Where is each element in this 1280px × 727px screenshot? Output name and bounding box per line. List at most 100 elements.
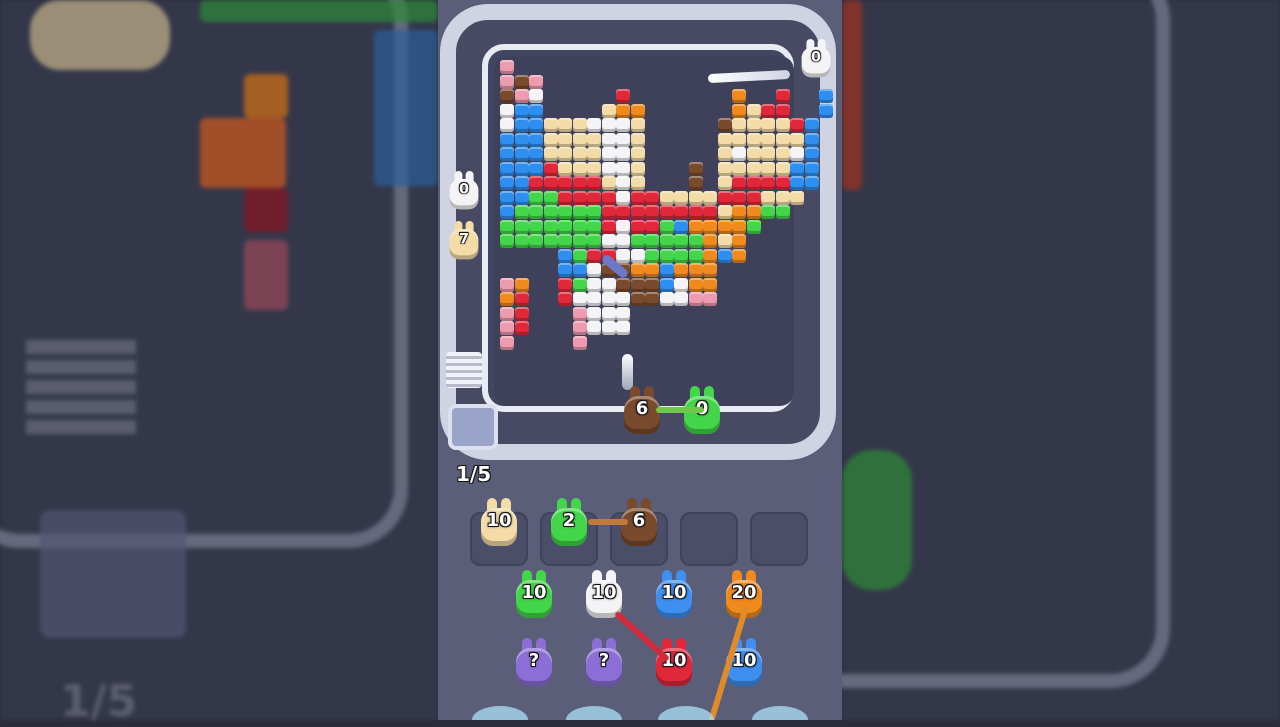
- shooter-count: ?: [528, 650, 540, 671]
- pixel-block: [616, 132, 630, 147]
- pixel-block: [529, 176, 543, 190]
- pixel-block: [645, 248, 659, 263]
- queue-shooter[interactable]: 10: [652, 636, 696, 690]
- pixel-block: [514, 74, 529, 89]
- pixel-block: [616, 147, 630, 161]
- pixel-block: [645, 263, 659, 277]
- pixel-block: [514, 132, 529, 147]
- pixel-block: [572, 234, 587, 248]
- pixel-block: [572, 306, 587, 321]
- pixel-block: [630, 205, 645, 219]
- pixel-block: [630, 219, 645, 234]
- held-shooter[interactable]: 2: [547, 496, 591, 550]
- pixel-block: [775, 118, 790, 132]
- pixel-block: [529, 234, 543, 248]
- pixel-block: [804, 132, 819, 147]
- pixel-block: [659, 190, 674, 205]
- pixel-block: [572, 132, 587, 147]
- pixel-block: [616, 103, 630, 118]
- pixel-block: [630, 103, 645, 118]
- pixel-block: [587, 248, 601, 263]
- mystery-shooter[interactable]: ?: [582, 636, 626, 690]
- pixel-block: [616, 176, 630, 190]
- pixel-block: [717, 248, 732, 263]
- pixel-block: [558, 248, 572, 263]
- pixel-block: [645, 292, 659, 306]
- queue-shooter[interactable]: 10: [512, 568, 556, 622]
- queue-shooter[interactable]: 10: [652, 568, 696, 622]
- pixel-block: [645, 219, 659, 234]
- held-shooter[interactable]: 10: [477, 496, 521, 550]
- pixel-block: [543, 219, 558, 234]
- pixel-block: [746, 103, 761, 118]
- pixel-block: [514, 190, 529, 205]
- pixel-block: [717, 147, 732, 161]
- pixel-block: [587, 205, 601, 219]
- pixel-block: [703, 277, 717, 292]
- holding-slot[interactable]: [750, 512, 808, 566]
- pixel-block: [587, 147, 601, 161]
- pixel-block: [688, 219, 703, 234]
- conveyor-shooter-cream-left: 7: [446, 219, 481, 262]
- pixel-block: [630, 263, 645, 277]
- mystery-shooter[interactable]: ?: [512, 636, 556, 690]
- pixel-block: [630, 248, 645, 263]
- pixel-block: [529, 205, 543, 219]
- pixel-block: [775, 147, 790, 161]
- pixel-block: [529, 118, 543, 132]
- pixel-block: [703, 219, 717, 234]
- pixel-block: [630, 176, 645, 190]
- pixel-block: [630, 190, 645, 205]
- pixel-block: [616, 234, 630, 248]
- pixel-block: [587, 292, 601, 306]
- pixel-block: [761, 190, 775, 205]
- pixel-block: [804, 161, 819, 176]
- backdrop-shooter: [842, 450, 912, 590]
- pixel-block: [616, 321, 630, 335]
- pixel-block: [514, 161, 529, 176]
- conveyor-shooter-white-left: 0: [446, 169, 481, 212]
- pixel-block: [688, 190, 703, 205]
- pixel-block: [514, 292, 529, 306]
- pixel-block: [558, 292, 572, 306]
- backdrop-block: [200, 0, 438, 22]
- pixel-block: [500, 60, 514, 74]
- pixel-block: [804, 118, 819, 132]
- pixel-block: [790, 118, 804, 132]
- pixel-block: [500, 234, 514, 248]
- pixel-block: [514, 219, 529, 234]
- pixel-block: [587, 219, 601, 234]
- pixel-block: [572, 147, 587, 161]
- pixel-block: [500, 321, 514, 335]
- pixel-block: [616, 190, 630, 205]
- pixel-block: [587, 190, 601, 205]
- pixel-block: [558, 205, 572, 219]
- pixel-block: [616, 89, 630, 103]
- pixel-block: [529, 103, 543, 118]
- pixel-block: [732, 147, 746, 161]
- pixel-block: [587, 277, 601, 292]
- backdrop-block: [200, 118, 286, 188]
- backdrop-block: [244, 188, 288, 232]
- pixel-block: [732, 205, 746, 219]
- pixel-block: [674, 190, 688, 205]
- pixel-block: [500, 190, 514, 205]
- holding-slot[interactable]: [680, 512, 738, 566]
- pixel-block: [587, 176, 601, 190]
- pixel-block: [688, 161, 703, 176]
- pixel-block: [587, 161, 601, 176]
- pixel-block: [529, 161, 543, 176]
- pixel-block: [688, 277, 703, 292]
- pixel-block: [630, 132, 645, 147]
- pixel-block: [717, 190, 732, 205]
- pixel-block: [674, 234, 688, 248]
- backdrop-block: [842, 0, 862, 190]
- pixel-block: [659, 248, 674, 263]
- pixel-block: [674, 205, 688, 219]
- bottom-bubble: [472, 706, 528, 720]
- pixel-block: [529, 219, 543, 234]
- pixel-block: [674, 292, 688, 306]
- pixel-block: [500, 103, 514, 118]
- backdrop-rail: [0, 0, 408, 548]
- backdrop-strip: [26, 380, 136, 394]
